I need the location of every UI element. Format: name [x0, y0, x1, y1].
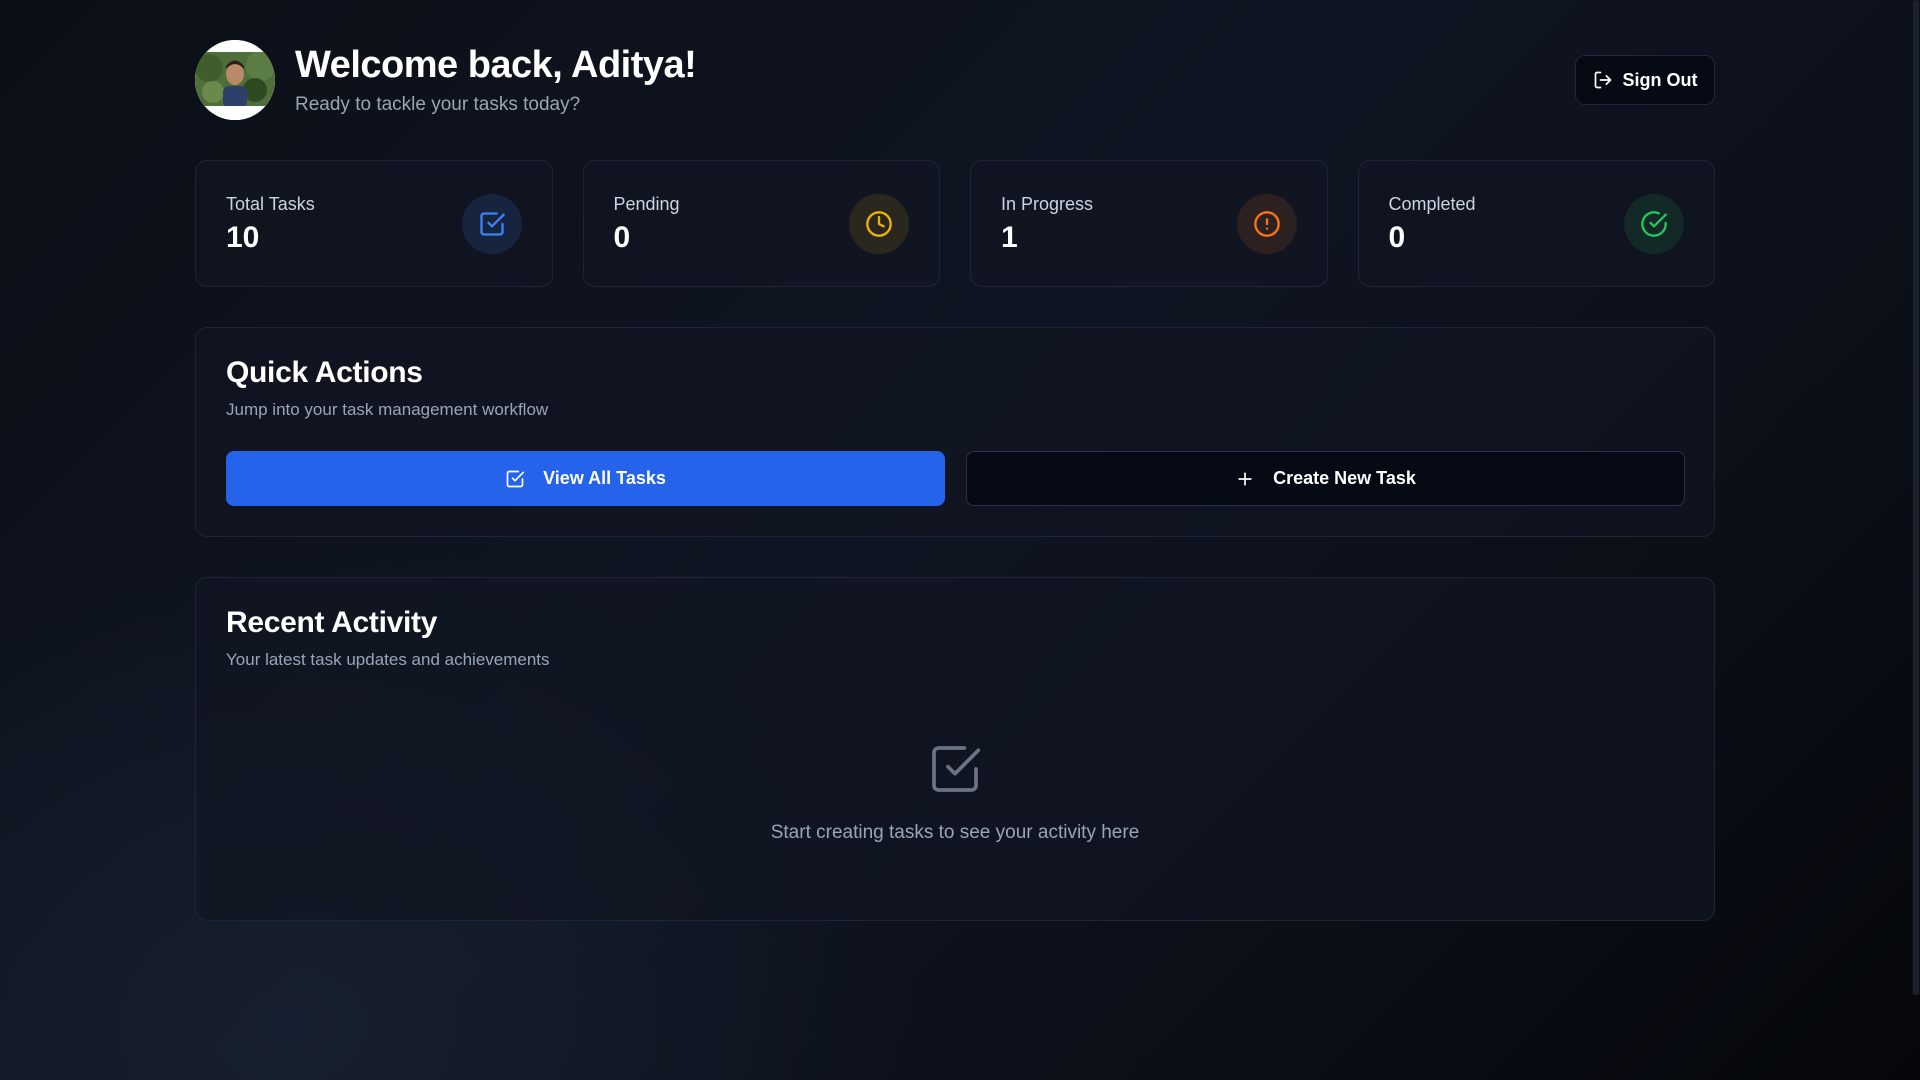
create-new-task-label: Create New Task [1273, 468, 1416, 488]
stat-card-total-tasks: Total Tasks 10 [195, 160, 553, 287]
stat-card-in-progress: In Progress 1 [970, 160, 1328, 287]
create-new-task-button[interactable]: Create New Task [966, 451, 1685, 506]
quick-actions-panel: Quick Actions Jump into your task manage… [195, 327, 1715, 537]
recent-activity-panel: Recent Activity Your latest task updates… [195, 577, 1715, 921]
stat-card-completed: Completed 0 [1357, 160, 1715, 287]
check-circle-icon [1641, 211, 1667, 237]
checkbox-icon [932, 746, 981, 792]
stats-row: Total Tasks 10 Pending 0 In Progress 1 C… [195, 160, 1715, 287]
clock-icon [866, 211, 892, 237]
scrollbar-thumb[interactable] [1913, 0, 1919, 995]
stat-label: In Progress [1001, 194, 1094, 214]
avatar[interactable] [195, 40, 275, 120]
sign-out-label: Sign Out [1622, 69, 1698, 90]
checkbox-icon [506, 470, 525, 487]
stat-value: 10 [226, 221, 260, 254]
stat-card-pending: Pending 0 [582, 160, 940, 287]
page-subtitle: Ready to tackle your tasks today? [295, 94, 581, 115]
stat-icon-wrap [461, 194, 522, 254]
stat-icon-wrap [1624, 194, 1684, 254]
dashboard-header: Welcome back, Aditya! Ready to tackle yo… [195, 40, 1715, 120]
view-all-tasks-button[interactable]: View All Tasks [226, 451, 945, 506]
page-title: Welcome back, Aditya! [295, 44, 697, 86]
stat-value: 0 [613, 221, 631, 254]
sign-out-button[interactable]: Sign Out [1575, 55, 1715, 105]
quick-actions-subtitle: Jump into your task management workflow [226, 400, 549, 419]
stat-icon-wrap [1236, 194, 1297, 254]
alert-circle-icon [1253, 211, 1280, 237]
stat-label: Pending [613, 194, 680, 214]
stat-label: Total Tasks [226, 194, 315, 214]
plus-icon [1238, 471, 1252, 486]
view-all-tasks-label: View All Tasks [543, 468, 666, 488]
recent-activity-title: Recent Activity [226, 606, 438, 639]
avatar-photo [195, 40, 275, 120]
log-out-icon [1594, 71, 1611, 89]
stat-icon-wrap [849, 194, 909, 254]
page-scrollbar[interactable] [1912, 0, 1920, 995]
empty-state: Start creating tasks to see your activit… [196, 741, 1714, 844]
stat-label: Completed [1388, 194, 1476, 214]
recent-activity-subtitle: Your latest task updates and achievement… [226, 650, 550, 669]
stat-value: 0 [1388, 221, 1406, 254]
checkbox-icon [479, 212, 505, 236]
quick-actions-title: Quick Actions [226, 356, 423, 389]
empty-state-text: Start creating tasks to see your activit… [770, 822, 1140, 843]
stat-value: 1 [1001, 221, 1018, 254]
